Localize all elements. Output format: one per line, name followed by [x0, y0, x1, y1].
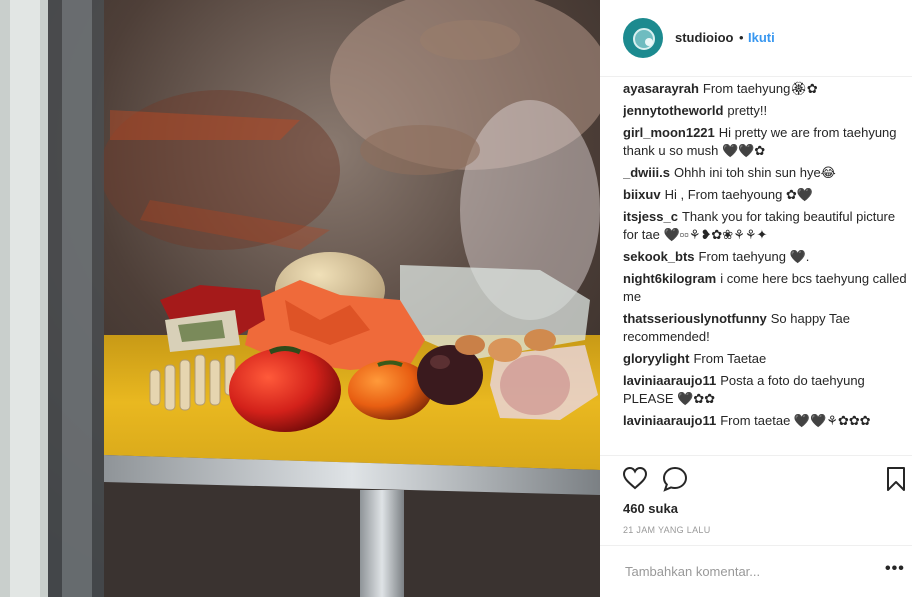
comment-icon[interactable] — [662, 466, 688, 497]
comment-username[interactable]: gloryylight — [623, 351, 689, 366]
bookmark-icon[interactable] — [886, 466, 906, 497]
comment-text: From Taetae — [693, 351, 767, 366]
comment-item: girl_moon1221 Hi pretty we are from taehy… — [623, 124, 908, 160]
comment-username[interactable]: ayasarayrah — [623, 81, 699, 96]
comment-item: thatsseriouslynotfunny So happy Tae recom… — [623, 310, 908, 346]
avatar[interactable] — [623, 18, 663, 58]
comment-text: From taehyung🏵✿ — [702, 81, 818, 96]
comment-username[interactable]: laviniaaraujo11 — [623, 413, 716, 428]
comment-item: biixuv Hi , From taehyoung ✿🖤 — [623, 186, 908, 204]
follow-button[interactable]: Ikuti — [748, 30, 775, 45]
comment-username[interactable]: night6kilogram — [623, 271, 716, 286]
comment-username[interactable]: laviniaaraujo11 — [623, 373, 716, 388]
like-count[interactable]: 460 suka — [623, 501, 678, 516]
comment-username[interactable]: sekook_bts — [623, 249, 695, 264]
more-options-button[interactable]: ••• — [885, 560, 905, 578]
comment-text: From taetae 🖤🖤⚘✿✿✿ — [720, 413, 871, 428]
comment-list[interactable]: ayasarayrah From taehyung🏵✿ jennytotheworl… — [623, 78, 908, 454]
comment-item: gloryylight From Taetae — [623, 350, 908, 368]
comment-item: sekook_bts From taehyung 🖤. — [623, 248, 908, 266]
photo-image — [0, 0, 600, 597]
comment-username[interactable]: thatsseriouslynotfunny — [623, 311, 767, 326]
comment-item: night6kilogram i come here bcs taehyung c… — [623, 270, 908, 306]
comment-item: jennytotheworld pretty!! — [623, 102, 908, 120]
comment-item: ayasarayrah From taehyung🏵✿ — [623, 80, 908, 98]
post-username[interactable]: studioioo — [675, 30, 734, 45]
comment-username[interactable]: girl_moon1221 — [623, 125, 715, 140]
post-header: studioioo • Ikuti — [600, 0, 912, 77]
post-sidebar: studioioo • Ikuti ayasarayrah From taehyu… — [600, 0, 917, 597]
avatar-dot-icon — [645, 38, 653, 46]
heart-icon[interactable] — [622, 466, 648, 495]
comment-item: itsjess_c Thank you for taking beautiful … — [623, 208, 908, 244]
comment-text: From taehyung 🖤. — [698, 249, 810, 264]
comment-item: laviniaaraujo11 From taetae 🖤🖤⚘✿✿✿ — [623, 412, 908, 430]
action-bar: 460 suka 21 JAM YANG LALU — [600, 455, 912, 546]
add-comment-bar: ••• — [600, 545, 912, 598]
comment-username[interactable]: itsjess_c — [623, 209, 678, 224]
post-timestamp: 21 JAM YANG LALU — [623, 525, 711, 535]
post-photo[interactable] — [0, 0, 600, 597]
comment-text: pretty!! — [727, 103, 768, 118]
comment-item: _dwiii.s Ohhh ini toh shin sun hye😂 — [623, 164, 908, 182]
comment-text: Hi , From taehyoung ✿🖤 — [664, 187, 814, 202]
separator-dot: • — [739, 30, 744, 45]
comment-username[interactable]: _dwiii.s — [623, 165, 670, 180]
comment-username[interactable]: biixuv — [623, 187, 661, 202]
comment-input[interactable] — [623, 563, 867, 580]
comment-item: laviniaaraujo11 Posta a foto do taehyung … — [623, 372, 908, 408]
comment-text: Ohhh ini toh shin sun hye😂 — [673, 165, 836, 180]
comment-username[interactable]: jennytotheworld — [623, 103, 723, 118]
